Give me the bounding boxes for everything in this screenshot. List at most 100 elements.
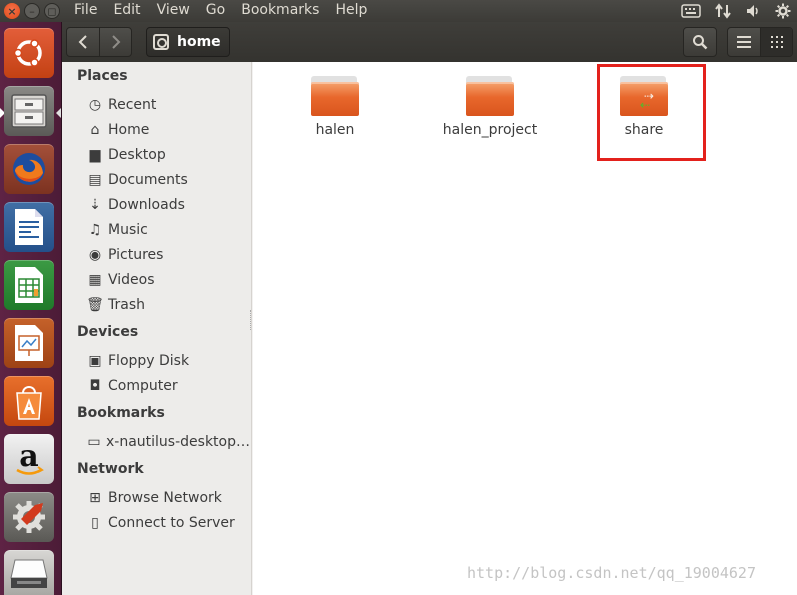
ubuntu-dash-icon[interactable] [4,28,54,78]
sidebar-item-computer[interactable]: ◘ Computer [86,375,250,397]
sidebar-item-documents[interactable]: ▤ Documents [86,169,250,191]
file-name: halen_project [442,122,538,138]
settings-gear-icon[interactable] [775,3,791,19]
sidebar-item-desktop[interactable]: ▆ Desktop [86,144,250,166]
forward-button[interactable] [99,28,131,56]
search-button-group [683,27,717,57]
devices-heading: Devices [77,324,139,340]
sidebar-item-label: Connect to Server [108,515,235,531]
sidebar-item-downloads[interactable]: ⇣ Downloads [86,194,250,216]
pane-resize-handle[interactable] [250,310,253,330]
software-center-icon[interactable] [4,376,54,426]
close-window-button[interactable]: × [4,3,20,19]
top-menubar: × – ◻ File Edit View Go Bookmarks Help [0,0,797,22]
svg-text:a: a [19,439,38,474]
sidebar-item-label: Home [108,122,150,138]
sidebar-item-label: Pictures [108,247,164,263]
grid-view-icon [770,36,783,48]
sidebar-item-floppy-disk[interactable]: ▣ Floppy Disk [86,350,250,372]
watermark: http://blog.csdn.net/qq_19004627 [467,564,756,582]
sidebar-item-recent[interactable]: ◷ Recent [86,94,250,116]
unity-launcher: a [0,22,62,595]
network-heading: Network [77,461,144,477]
sidebar: Places ◷ Recent ⌂ Home ▆ Desktop ▤ Docum… [62,62,252,595]
menu-file[interactable]: File [66,0,105,22]
home-icon: ⌂ [90,122,100,138]
home-drive-icon [153,34,169,50]
view-controls [683,27,793,57]
drive-icon: ◘ [89,378,101,394]
system-settings-icon[interactable] [4,492,54,542]
sidebar-item-label: Floppy Disk [108,353,190,369]
view-mode-group [727,27,793,57]
libreoffice-calc-icon[interactable] [4,260,54,310]
maximize-window-button[interactable]: ◻ [44,3,60,19]
sidebar-item-home[interactable]: ⌂ Home [86,119,250,141]
folder-item-halen-project[interactable]: halen_project [425,76,555,138]
sidebar-item-trash[interactable]: 🗑 Trash [86,294,250,316]
folder-icon [311,76,359,116]
path-bar-label: home [177,34,221,50]
path-bar-home[interactable]: home [146,27,230,57]
grid-view-button[interactable] [760,28,792,56]
nautilus-toolbar: home [62,22,797,62]
server-icon: ▯ [91,515,99,531]
clock-icon: ◷ [88,97,102,113]
download-icon: ⇣ [89,197,101,213]
menu-bookmarks[interactable]: Bookmarks [233,0,327,22]
sidebar-item-label: Videos [108,272,155,288]
music-icon: ♫ [88,222,102,238]
sidebar-item-label: Downloads [108,197,185,213]
sidebar-item-label: Trash [108,297,145,313]
sidebar-item-connect-to-server[interactable]: ▯ Connect to Server [86,512,250,534]
sidebar-item-label: Desktop [108,147,166,163]
document-icon: ▤ [88,172,102,188]
bookmarks-heading: Bookmarks [77,405,165,421]
menu-help[interactable]: Help [327,0,375,22]
trash-drive-icon[interactable] [4,550,54,595]
file-view: halen halen_project ⇢ ⇠ share [253,62,797,595]
sidebar-item-pictures[interactable]: ◉ Pictures [86,244,250,266]
window-controls: × – ◻ [0,3,66,19]
sidebar-item-label: Music [108,222,148,238]
network-arrows-icon[interactable] [715,3,731,19]
list-view-button[interactable] [728,28,760,56]
sidebar-item-videos[interactable]: ▦ Videos [86,269,250,291]
keyboard-icon[interactable] [681,4,701,18]
camera-icon: ◉ [88,247,102,263]
sidebar-item-label: Computer [108,378,178,394]
sidebar-item-label: Browse Network [108,490,222,506]
menu-edit[interactable]: Edit [105,0,148,22]
volume-icon[interactable] [745,3,761,19]
sidebar-item-label: Recent [108,97,157,113]
system-tray [681,0,797,22]
menu-go[interactable]: Go [198,0,233,22]
history-buttons [66,27,132,57]
highlight-annotation [597,64,706,161]
network-icon: ⊞ [89,490,101,506]
sidebar-item-bookmark[interactable]: ▭ x-nautilus-desktop… [86,431,250,453]
files-icon[interactable] [4,86,54,136]
search-icon [693,35,708,50]
libreoffice-impress-icon[interactable] [4,318,54,368]
firefox-icon[interactable] [4,144,54,194]
folder-icon: ▆ [89,147,101,163]
trash-icon: 🗑 [86,297,104,313]
chevron-right-icon [111,35,120,49]
back-button[interactable] [67,28,99,56]
libreoffice-writer-icon[interactable] [4,202,54,252]
amazon-icon[interactable]: a [4,434,54,484]
minimize-window-button[interactable]: – [24,3,40,19]
file-name: halen [315,122,355,138]
chevron-left-icon [78,35,87,49]
search-button[interactable] [684,28,716,56]
floppy-icon: ▣ [88,353,102,369]
folder-icon [466,76,514,116]
sidebar-item-browse-network[interactable]: ⊞ Browse Network [86,487,250,509]
sidebar-item-music[interactable]: ♫ Music [86,219,250,241]
menu-view[interactable]: View [149,0,198,22]
folder-item-halen[interactable]: halen [270,76,400,138]
film-icon: ▦ [88,272,102,288]
list-view-icon [737,36,751,48]
sidebar-item-label: x-nautilus-desktop… [106,434,250,450]
